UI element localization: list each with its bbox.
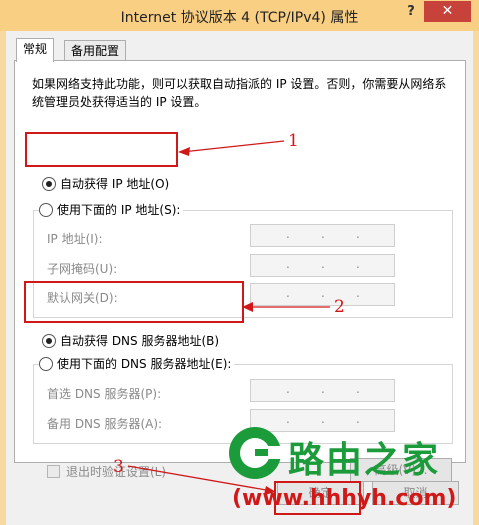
watermark-url: (www.hhhyh.com) [232, 486, 457, 511]
marker-1: 1 [288, 131, 299, 151]
arrow-2-head [242, 302, 253, 312]
arrow-1-line [181, 140, 285, 153]
arrow-1-head [178, 147, 190, 156]
tab-general[interactable]: 常规 [16, 38, 55, 62]
marker-3: 3 [113, 457, 124, 477]
dialog-window: Internet 协议版本 4 (TCP/IPv4) 属性 ? ✕ 常规 备用配… [0, 0, 479, 525]
marker-2: 2 [334, 297, 345, 317]
watermark-logo-icon [229, 427, 281, 479]
watermark-brand: 路由之家 [288, 440, 441, 481]
